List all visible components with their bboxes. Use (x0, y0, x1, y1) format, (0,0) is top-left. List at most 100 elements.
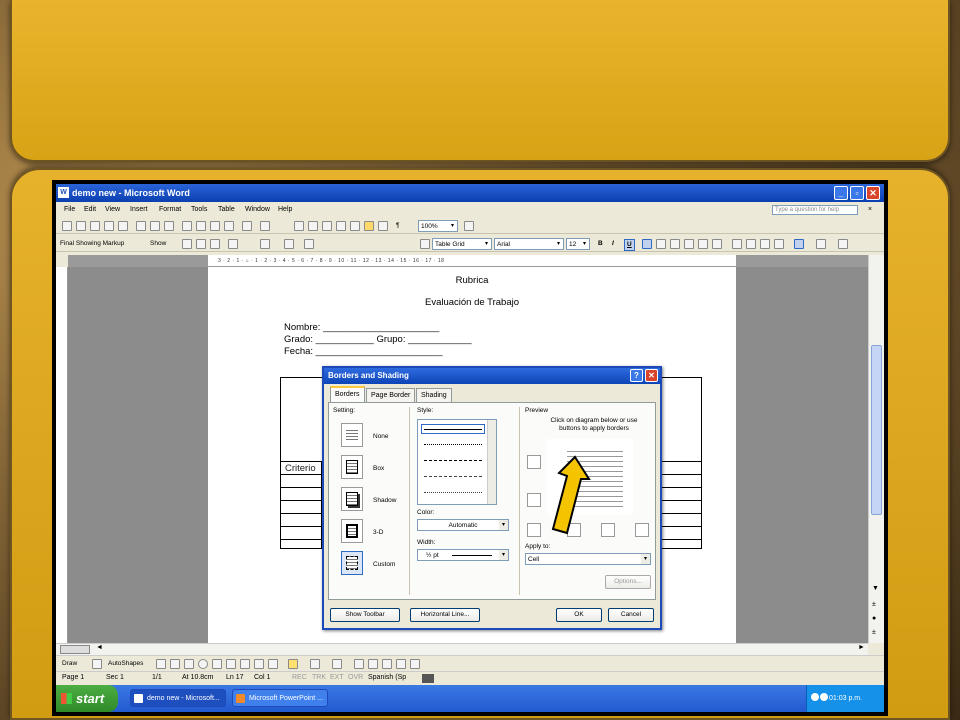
menu-insert[interactable]: Insert (130, 203, 148, 217)
textbox-icon[interactable] (212, 659, 222, 669)
print-icon[interactable] (136, 221, 146, 231)
wordart-icon[interactable] (226, 659, 236, 669)
security-icon[interactable] (820, 693, 828, 701)
previous-page-icon[interactable]: ± (872, 601, 876, 608)
setting-shadow-icon[interactable] (341, 487, 363, 511)
accept-change-icon[interactable] (210, 239, 220, 249)
menu-edit[interactable]: Edit (84, 203, 96, 217)
next-page-icon[interactable]: ± (872, 629, 876, 636)
apply-to-select[interactable]: Cell ▾ (525, 553, 651, 565)
3d-style-icon[interactable] (410, 659, 420, 669)
dialog-help-button[interactable]: ? (630, 369, 643, 382)
distributed-icon[interactable] (698, 239, 708, 249)
tab-page-border[interactable]: Page Border (366, 388, 416, 402)
help-icon[interactable] (464, 221, 474, 231)
setting-none-label[interactable]: None (373, 433, 389, 440)
reject-change-icon[interactable] (228, 239, 238, 249)
top-border-button[interactable] (527, 455, 541, 469)
underline-button[interactable]: U (624, 239, 635, 251)
setting-shadow-label[interactable]: Shadow (373, 497, 397, 504)
diagonal-up-button[interactable] (527, 523, 541, 537)
ok-button[interactable]: OK (556, 608, 602, 622)
tables-borders-icon[interactable] (308, 221, 318, 231)
horizontal-ruler[interactable]: 3 · 2 · 1 · ⌂ · 1 · 2 · 3 · 4 · 5 · 6 · … (68, 255, 868, 267)
undo-icon[interactable] (242, 221, 252, 231)
spelling-icon[interactable] (164, 221, 174, 231)
dash-style-icon[interactable] (368, 659, 378, 669)
fill-color-icon[interactable] (288, 659, 298, 669)
line-style-icon[interactable] (354, 659, 364, 669)
line-color-icon[interactable] (310, 659, 320, 669)
justify-icon[interactable] (684, 239, 694, 249)
tab-shading[interactable]: Shading (416, 388, 452, 402)
taskbar-item-word[interactable]: demo new - Microsoft... (130, 689, 226, 707)
font-combo[interactable]: Arial ▾ (494, 238, 564, 250)
cut-icon[interactable] (182, 221, 192, 231)
track-changes-icon[interactable] (284, 239, 294, 249)
scroll-thumb[interactable] (871, 345, 882, 515)
oval-icon[interactable] (198, 659, 208, 669)
setting-box-icon[interactable] (341, 455, 363, 479)
new-icon[interactable] (62, 221, 72, 231)
style-list-scrollbar[interactable] (487, 420, 496, 504)
menu-window[interactable]: Window (245, 203, 270, 217)
line-spacing-icon[interactable] (712, 239, 722, 249)
bold-button[interactable]: B (598, 239, 603, 249)
open-icon[interactable] (76, 221, 86, 231)
diagram-icon[interactable] (240, 659, 250, 669)
shadow-style-icon[interactable] (396, 659, 406, 669)
spelling-status-icon[interactable] (422, 674, 434, 683)
status-trk[interactable]: TRK (312, 674, 326, 681)
scroll-right-icon[interactable]: ► (858, 644, 865, 651)
dialog-close-button[interactable]: ✕ (645, 369, 658, 382)
document-map-icon[interactable] (378, 221, 388, 231)
align-left-icon[interactable] (642, 239, 652, 249)
menu-file[interactable]: File (64, 203, 75, 217)
scroll-down-icon[interactable]: ▼ (872, 585, 879, 592)
ask-question-box[interactable]: Type a question for help (772, 205, 858, 215)
columns-icon[interactable] (350, 221, 360, 231)
network-icon[interactable] (811, 693, 819, 701)
markup-combo[interactable]: Final Showing Markup (60, 239, 124, 249)
zoom-combo[interactable]: 100% ▾ (418, 220, 458, 232)
rectangle-icon[interactable] (184, 659, 194, 669)
comment-icon[interactable] (260, 239, 270, 249)
redo-icon[interactable] (260, 221, 270, 231)
right-border-button[interactable] (601, 523, 615, 537)
align-right-icon[interactable] (670, 239, 680, 249)
style-list[interactable] (417, 419, 497, 505)
line-icon[interactable] (156, 659, 166, 669)
select-objects-icon[interactable] (92, 659, 102, 669)
setting-none-icon[interactable] (341, 423, 363, 447)
menu-view[interactable]: View (105, 203, 120, 217)
font-size-combo[interactable]: 12 ▾ (566, 238, 590, 250)
vertical-scrollbar[interactable]: ▼ ± ● ± (868, 255, 884, 643)
diagonal-down-button[interactable] (635, 523, 649, 537)
scroll-left-icon[interactable]: ◄ (96, 644, 103, 651)
menu-table[interactable]: Table (218, 203, 235, 217)
setting-3d-label[interactable]: 3-D (373, 529, 383, 536)
arrow-style-icon[interactable] (382, 659, 392, 669)
paste-icon[interactable] (210, 221, 220, 231)
picture-icon[interactable] (268, 659, 278, 669)
styles-icon[interactable] (420, 239, 430, 249)
insert-excel-icon[interactable] (336, 221, 346, 231)
status-ovr[interactable]: OVR (348, 674, 363, 681)
status-ext[interactable]: EXT (330, 674, 344, 681)
bottom-border-button[interactable] (527, 493, 541, 507)
italic-button[interactable]: I (612, 239, 614, 249)
status-rec[interactable]: REC (292, 674, 307, 681)
style-combo[interactable]: Table Grid ▾ (432, 238, 492, 250)
insert-table-icon[interactable] (322, 221, 332, 231)
tab-borders[interactable]: Borders (330, 386, 365, 403)
close-button[interactable]: ✕ (866, 186, 880, 200)
show-menu[interactable]: Show (150, 239, 166, 249)
doc-close-button[interactable]: × (868, 203, 872, 217)
show-hide-icon[interactable]: ¶ (396, 221, 400, 231)
options-button[interactable]: Options... (605, 575, 651, 589)
hyperlink-icon[interactable] (294, 221, 304, 231)
setting-custom-label[interactable]: Custom (373, 561, 395, 568)
taskbar-item-powerpoint[interactable]: Microsoft PowerPoint ... (232, 689, 328, 707)
menu-tools[interactable]: Tools (191, 203, 207, 217)
format-painter-icon[interactable] (224, 221, 234, 231)
